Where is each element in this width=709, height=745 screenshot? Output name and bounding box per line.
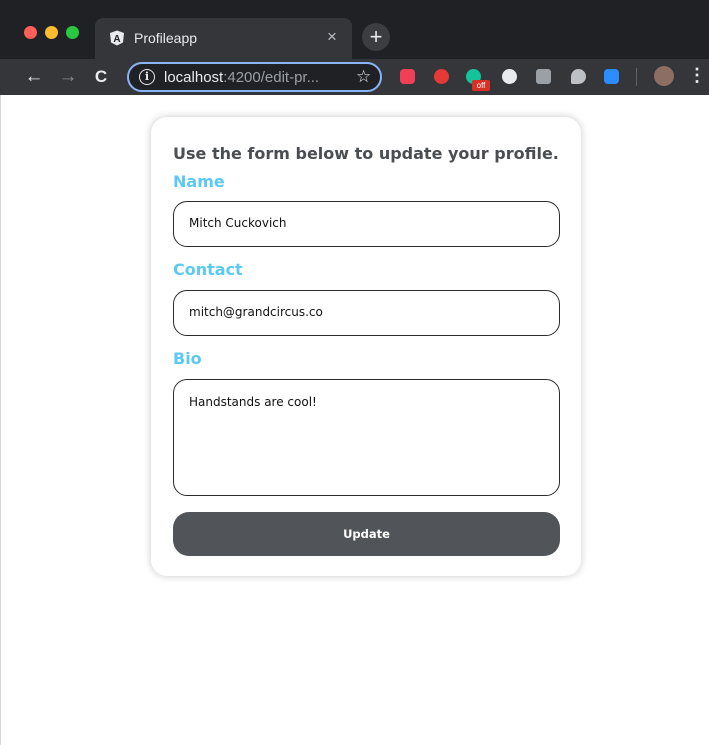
bookmark-star-icon[interactable]: ☆ — [356, 67, 371, 87]
forward-arrow-icon[interactable]: → — [57, 66, 79, 88]
bio-label: Bio — [173, 349, 202, 368]
address-bar[interactable]: i localhost:4200/edit-pr... ☆ — [127, 62, 382, 92]
browser-toolbar: ← → C i localhost:4200/edit-pr... ☆ off … — [0, 59, 709, 95]
angular-logo-letter: A — [113, 34, 120, 45]
browser-window: A Profileapp × + ← → C i localhost:4200/… — [0, 0, 709, 745]
bio-textarea[interactable]: Handstands are cool! — [173, 379, 560, 496]
new-tab-button[interactable]: + — [362, 23, 390, 51]
maximize-window-button[interactable] — [66, 26, 79, 39]
font-extension-icon[interactable] — [536, 69, 551, 84]
zoom-extension-icon[interactable] — [604, 69, 619, 84]
url-host: localhost — [164, 69, 224, 86]
page-viewport: Use the form below to update your profil… — [0, 95, 709, 745]
site-info-icon[interactable]: i — [139, 69, 155, 85]
active-tab[interactable]: A Profileapp × — [95, 18, 352, 59]
profile-form-card: Use the form below to update your profil… — [151, 117, 581, 576]
adblock-extension-icon[interactable] — [434, 69, 449, 84]
pocket-extension-icon[interactable] — [400, 69, 415, 84]
name-label: Name — [173, 172, 225, 191]
angular-logo-icon: A — [110, 30, 124, 46]
form-heading: Use the form below to update your profil… — [173, 144, 559, 163]
update-button[interactable]: Update — [173, 512, 560, 556]
tab-close-icon[interactable]: × — [327, 28, 337, 46]
name-input[interactable]: Mitch Cuckovich — [173, 201, 560, 247]
browser-menu-icon[interactable]: ⋮ — [688, 65, 706, 86]
minimize-window-button[interactable] — [45, 26, 58, 39]
json-viewer-extension-icon[interactable] — [502, 69, 517, 84]
profile-avatar[interactable] — [654, 66, 674, 86]
reload-icon[interactable]: C — [90, 66, 112, 88]
contact-input[interactable]: mitch@grandcircus.co — [173, 290, 560, 336]
url-path: :4200/edit-pr... — [223, 69, 320, 86]
extension-off-badge: off — [472, 80, 490, 91]
chat-extension-icon[interactable] — [571, 69, 586, 84]
back-arrow-icon[interactable]: ← — [23, 66, 45, 88]
contact-label: Contact — [173, 260, 243, 279]
close-window-button[interactable] — [24, 26, 37, 39]
toolbar-divider — [636, 68, 637, 86]
tab-title: Profileapp — [134, 30, 198, 46]
url-text[interactable]: localhost:4200/edit-pr... — [164, 69, 319, 86]
tab-strip: A Profileapp × + — [0, 0, 709, 59]
